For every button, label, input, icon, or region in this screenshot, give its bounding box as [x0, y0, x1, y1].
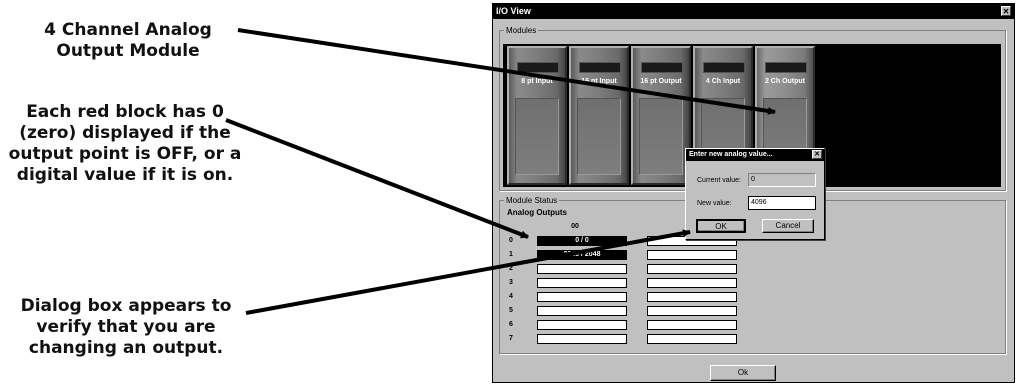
row-label: 0: [509, 237, 513, 244]
window-titlebar: I/O View ✕: [493, 4, 1014, 19]
analog-outputs-title: Analog Outputs: [507, 208, 567, 217]
row-label: 4: [509, 293, 513, 300]
output-value-cell-2[interactable]: [647, 334, 737, 344]
output-value-cell[interactable]: [537, 292, 627, 302]
output-value-cell[interactable]: [537, 334, 627, 344]
output-value-cell[interactable]: 0 / 0: [537, 236, 627, 246]
dialog-close-button[interactable]: ✕: [812, 150, 822, 159]
window-title: I/O View: [496, 6, 531, 16]
module-name: 8 pt Input: [521, 78, 553, 85]
ok-button[interactable]: Ok: [710, 365, 776, 381]
module-name: 16 pt Input: [581, 78, 617, 85]
channel-column-header: 00: [571, 223, 579, 230]
output-value-cell[interactable]: 2048 / 2048: [537, 250, 627, 260]
module-led: [579, 62, 621, 73]
module-slot-1[interactable]: 8 pt Input: [507, 46, 567, 185]
dialog-callout-text: Dialog box appears to verify that you ar…: [20, 296, 232, 358]
row-label: 7: [509, 335, 513, 342]
module-led: [641, 62, 683, 73]
module-face: [577, 98, 621, 175]
red-block-callout-arrow: [225, 118, 529, 239]
red-block-callout-text: Each red block has 0 (zero) displayed if…: [8, 102, 242, 185]
row-label: 5: [509, 307, 513, 314]
module-led: [765, 62, 807, 73]
row-label: 1: [509, 251, 513, 258]
module-name: 16 pt Output: [640, 78, 682, 85]
module-name: 4 Ch Input: [705, 78, 741, 85]
module-name: 2 Ch Output: [764, 78, 806, 85]
module-status-label: Module Status: [506, 196, 558, 205]
dialog-ok-button[interactable]: OK: [696, 219, 746, 233]
row-label: 6: [509, 321, 513, 328]
new-value-input[interactable]: 4096: [748, 196, 816, 210]
dialog-titlebar: Enter new analog value... ✕: [686, 149, 824, 161]
module-slot-2[interactable]: 16 pt Input: [569, 46, 629, 185]
module-callout-text: 4 Channel Analog Output Module: [44, 20, 212, 61]
output-value-cell-2[interactable]: [647, 292, 737, 302]
output-value-cell[interactable]: [537, 278, 627, 288]
row-label: 3: [509, 279, 513, 286]
output-value-cell[interactable]: [537, 264, 627, 274]
module-face: [515, 98, 559, 175]
output-value-cell-2[interactable]: [647, 306, 737, 316]
module-face: [639, 98, 683, 175]
output-value-cell[interactable]: [537, 306, 627, 316]
module-led: [517, 62, 559, 73]
new-value-label: New value:: [697, 200, 732, 207]
module-led: [703, 62, 745, 73]
window-close-button[interactable]: ✕: [1001, 6, 1011, 16]
output-value-cell-2[interactable]: [647, 320, 737, 330]
dialog-title: Enter new analog value...: [689, 151, 773, 158]
row-label: 2: [509, 265, 513, 272]
output-value-cell-2[interactable]: [647, 250, 737, 260]
current-value-field: 0: [748, 173, 816, 187]
module-slot-3[interactable]: 16 pt Output: [631, 46, 691, 185]
dialog-cancel-button[interactable]: Cancel: [762, 219, 814, 233]
output-value-cell[interactable]: [537, 320, 627, 330]
output-value-cell-2[interactable]: [647, 278, 737, 288]
current-value-label: Current value:: [697, 177, 741, 184]
modules-group-label: Modules: [506, 26, 537, 35]
output-value-cell-2[interactable]: [647, 264, 737, 274]
analog-value-dialog: Enter new analog value... ✕ Current valu…: [685, 148, 825, 240]
